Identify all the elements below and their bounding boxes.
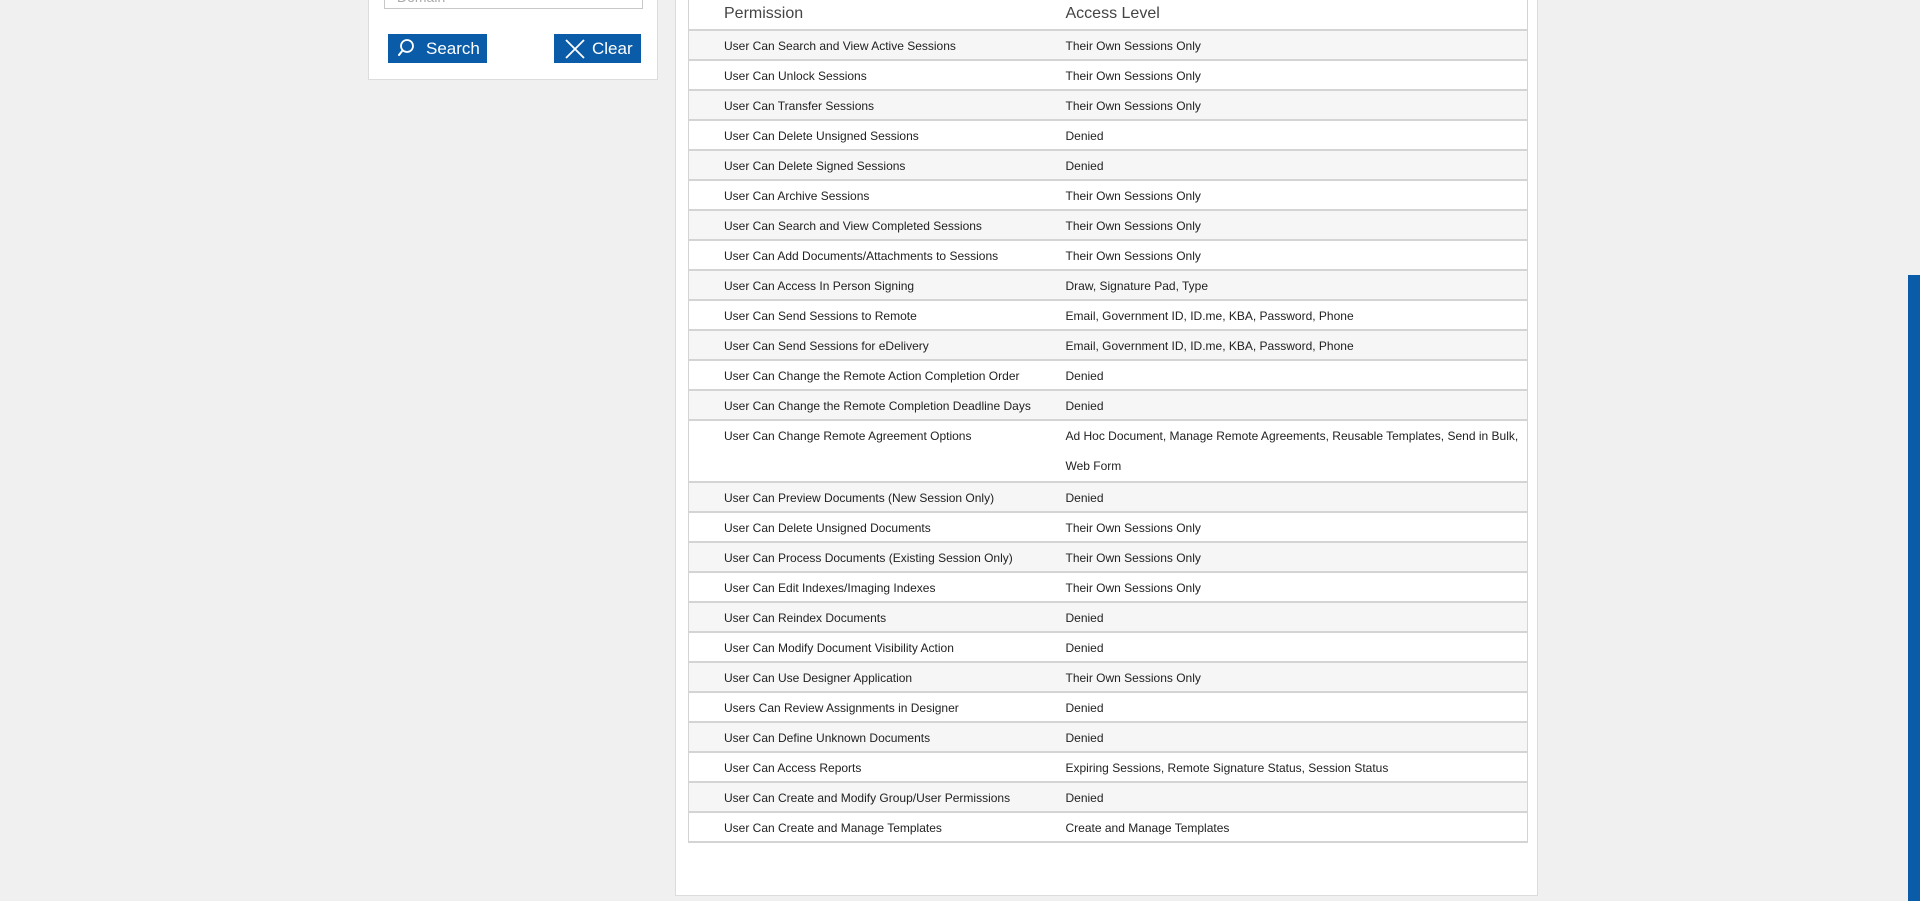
- table-row: User Can Search and View Active Sessions…: [688, 30, 1528, 61]
- permission-cell: User Can Transfer Sessions: [688, 90, 1054, 121]
- side-panel-edge: [1908, 275, 1920, 901]
- access-level-cell: Their Own Sessions Only: [1053, 240, 1528, 271]
- access-level-cell: Their Own Sessions Only: [1053, 662, 1528, 693]
- access-level-cell: Denied: [1053, 120, 1528, 151]
- permissions-panel: Permission Access Level User Can Search …: [675, 0, 1538, 896]
- access-level-cell: Denied: [1053, 150, 1528, 181]
- table-row: User Can Delete Unsigned Sessions Denied: [688, 120, 1528, 151]
- permission-cell: User Can Search and View Completed Sessi…: [688, 210, 1054, 241]
- close-icon: [564, 38, 586, 60]
- permission-cell: User Can Create and Manage Templates: [688, 812, 1054, 843]
- permission-cell: User Can Delete Unsigned Documents: [688, 512, 1054, 543]
- access-level-cell: Expiring Sessions, Remote Signature Stat…: [1053, 752, 1528, 783]
- access-level-cell: Denied: [1053, 602, 1528, 633]
- access-level-cell: Their Own Sessions Only: [1053, 180, 1528, 211]
- permission-cell: User Can Unlock Sessions: [688, 60, 1054, 91]
- table-row: User Can Change the Remote Completion De…: [688, 390, 1528, 421]
- permission-column-header: Permission: [688, 0, 1054, 31]
- permission-cell: User Can Archive Sessions: [688, 180, 1054, 211]
- permission-cell: User Can Change the Remote Completion De…: [688, 390, 1054, 421]
- access-level-cell: Ad Hoc Document, Manage Remote Agreement…: [1053, 420, 1528, 483]
- table-row: User Can Reindex Documents Denied: [688, 602, 1528, 633]
- access-level-cell: Email, Government ID, ID.me, KBA, Passwo…: [1053, 300, 1528, 331]
- permission-cell: User Can Create and Modify Group/User Pe…: [688, 782, 1054, 813]
- search-panel: Search Clear: [368, 0, 658, 80]
- table-row: User Can Define Unknown Documents Denied: [688, 722, 1528, 753]
- access-level-cell: Their Own Sessions Only: [1053, 30, 1528, 61]
- access-level-cell: Denied: [1053, 390, 1528, 421]
- permission-cell: User Can Edit Indexes/Imaging Indexes: [688, 572, 1054, 603]
- access-level-cell: Denied: [1053, 782, 1528, 813]
- permissions-table: Permission Access Level User Can Search …: [688, 0, 1528, 843]
- table-row: User Can Delete Signed Sessions Denied: [688, 150, 1528, 181]
- search-button-label: Search: [426, 38, 480, 58]
- access-level-cell: Email, Government ID, ID.me, KBA, Passwo…: [1053, 330, 1528, 361]
- table-row: User Can Transfer Sessions Their Own Sess…: [688, 90, 1528, 121]
- table-row: User Can Modify Document Visibility Acti…: [688, 632, 1528, 663]
- access-level-cell: Their Own Sessions Only: [1053, 542, 1528, 573]
- table-row: User Can Create and Modify Group/User Pe…: [688, 782, 1528, 813]
- access-level-cell: Denied: [1053, 632, 1528, 663]
- table-row: User Can Search and View Completed Sessi…: [688, 210, 1528, 241]
- access-level-cell: Denied: [1053, 692, 1528, 723]
- table-row: User Can Access In Person Signing Draw, S…: [688, 270, 1528, 301]
- table-row: User Can Archive Sessions Their Own Sessi…: [688, 180, 1528, 211]
- table-header-row: Permission Access Level: [688, 0, 1528, 31]
- permission-cell: Users Can Review Assignments in Designer: [688, 692, 1054, 723]
- access-level-cell: Create and Manage Templates: [1053, 812, 1528, 843]
- permission-cell: User Can Define Unknown Documents: [688, 722, 1054, 753]
- table-row: User Can Access Reports Expiring Sessions…: [688, 752, 1528, 783]
- table-row: User Can Add Documents/Attachments to Se…: [688, 240, 1528, 271]
- table-row: User Can Preview Documents (New Session …: [688, 482, 1528, 513]
- permission-cell: User Can Access Reports: [688, 752, 1054, 783]
- permission-cell: User Can Search and View Active Sessions: [688, 30, 1054, 61]
- access-level-cell: Their Own Sessions Only: [1053, 512, 1528, 543]
- permission-cell: User Can Use Designer Application: [688, 662, 1054, 693]
- access-level-cell: Their Own Sessions Only: [1053, 60, 1528, 91]
- access-level-cell: Denied: [1053, 482, 1528, 513]
- access-level-cell: Their Own Sessions Only: [1053, 90, 1528, 121]
- domain-input[interactable]: [384, 0, 643, 9]
- search-icon: [398, 38, 420, 60]
- access-level-cell: Their Own Sessions Only: [1053, 210, 1528, 241]
- permission-cell: User Can Delete Unsigned Sessions: [688, 120, 1054, 151]
- table-row: User Can Send Sessions to Remote Email, G…: [688, 300, 1528, 331]
- access-level-column-header: Access Level: [1053, 0, 1528, 31]
- table-row: User Can Send Sessions for eDelivery Emai…: [688, 330, 1528, 361]
- table-row: User Can Process Documents (Existing Ses…: [688, 542, 1528, 573]
- table-row: Users Can Review Assignments in Designer…: [688, 692, 1528, 723]
- table-row: User Can Change the Remote Action Comple…: [688, 360, 1528, 391]
- table-row: User Can Change Remote Agreement Options…: [688, 420, 1528, 483]
- permission-cell: User Can Send Sessions to Remote: [688, 300, 1054, 331]
- permission-cell: User Can Change Remote Agreement Options: [688, 420, 1054, 483]
- permission-cell: User Can Modify Document Visibility Acti…: [688, 632, 1054, 663]
- permission-cell: User Can Delete Signed Sessions: [688, 150, 1054, 181]
- permission-cell: User Can Reindex Documents: [688, 602, 1054, 633]
- table-row: User Can Use Designer Application Their O…: [688, 662, 1528, 693]
- table-row: User Can Delete Unsigned Documents Their …: [688, 512, 1528, 543]
- permission-cell: User Can Process Documents (Existing Ses…: [688, 542, 1054, 573]
- permission-cell: User Can Change the Remote Action Comple…: [688, 360, 1054, 391]
- permissions-table-body: User Can Search and View Active Sessions…: [688, 30, 1528, 843]
- permission-cell: User Can Access In Person Signing: [688, 270, 1054, 301]
- permission-cell: User Can Preview Documents (New Session …: [688, 482, 1054, 513]
- table-row: User Can Create and Manage Templates Crea…: [688, 812, 1528, 843]
- clear-button[interactable]: Clear: [554, 34, 641, 63]
- clear-button-label: Clear: [592, 38, 633, 58]
- permission-cell: User Can Send Sessions for eDelivery: [688, 330, 1054, 361]
- access-level-cell: Denied: [1053, 722, 1528, 753]
- permission-cell: User Can Add Documents/Attachments to Se…: [688, 240, 1054, 271]
- access-level-cell: Their Own Sessions Only: [1053, 572, 1528, 603]
- table-row: User Can Unlock Sessions Their Own Sessio…: [688, 60, 1528, 91]
- access-level-cell: Denied: [1053, 360, 1528, 391]
- search-button[interactable]: Search: [388, 34, 487, 63]
- table-row: User Can Edit Indexes/Imaging Indexes The…: [688, 572, 1528, 603]
- access-level-cell: Draw, Signature Pad, Type: [1053, 270, 1528, 301]
